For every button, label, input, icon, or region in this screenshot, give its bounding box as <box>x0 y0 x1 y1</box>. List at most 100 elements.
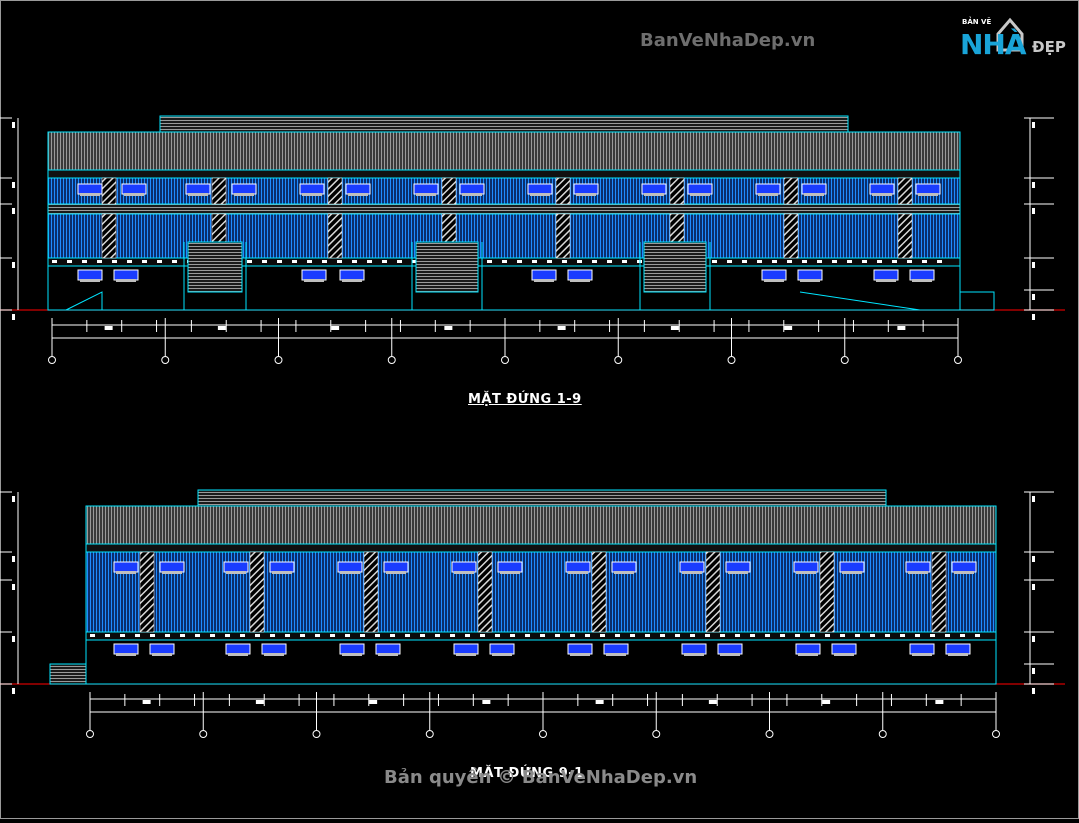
canopy-marker <box>660 634 665 637</box>
canopy-marker <box>165 634 170 637</box>
dimension-text <box>369 700 378 704</box>
window <box>915 183 941 195</box>
window-sill <box>340 571 360 574</box>
level-label <box>12 688 15 694</box>
hatched-column <box>669 177 685 205</box>
canopy-marker <box>570 634 575 637</box>
window <box>681 643 707 655</box>
window <box>159 561 185 573</box>
window <box>339 643 365 655</box>
canopy-marker <box>555 634 560 637</box>
window-sill <box>454 571 474 574</box>
window <box>839 561 865 573</box>
window-sill <box>796 571 816 574</box>
canopy-marker <box>735 634 740 637</box>
hatched-column <box>555 177 571 205</box>
canopy-marker <box>345 634 350 637</box>
canopy-marker <box>142 260 147 263</box>
dimension-text <box>897 326 906 330</box>
canopy-marker <box>817 260 822 263</box>
eave-band <box>47 169 961 179</box>
window <box>451 561 477 573</box>
canopy-marker <box>360 634 365 637</box>
canopy-marker <box>112 260 117 263</box>
window <box>869 183 895 195</box>
window <box>269 561 295 573</box>
window <box>301 269 327 281</box>
level-label <box>1032 636 1035 642</box>
canopy-marker <box>127 260 132 263</box>
roof-monitor <box>159 115 849 133</box>
window-sill <box>228 653 248 656</box>
window <box>951 561 977 573</box>
window-sill <box>162 571 182 574</box>
window-sill <box>728 571 748 574</box>
dimension-text <box>935 700 944 704</box>
canopy-marker <box>780 634 785 637</box>
window <box>761 269 787 281</box>
hatched-column <box>363 551 379 633</box>
ground-floor <box>85 639 997 685</box>
grid-axis-bubble <box>199 730 208 738</box>
canopy-marker <box>645 634 650 637</box>
window-sill <box>872 193 892 196</box>
dimension-text <box>255 700 264 704</box>
window-sill <box>116 571 136 574</box>
level-label <box>1032 314 1035 320</box>
window <box>567 643 593 655</box>
canopy-marker <box>742 260 747 263</box>
canopy-marker <box>855 634 860 637</box>
window <box>261 643 287 655</box>
grid-axis-bubble <box>539 730 547 738</box>
grid-axis-bubble <box>86 730 94 738</box>
hatched-column <box>897 177 913 205</box>
canopy-marker <box>750 634 755 637</box>
hatched-column <box>783 213 799 259</box>
floor-band <box>47 203 961 215</box>
annex-block <box>959 291 995 311</box>
hatched-column <box>211 177 227 205</box>
canopy-marker <box>795 634 800 637</box>
window-sill <box>764 279 784 282</box>
canopy-marker <box>337 260 342 263</box>
level-label <box>1032 668 1035 674</box>
entry-stair <box>49 663 87 685</box>
window-sill <box>342 279 362 282</box>
window <box>641 183 667 195</box>
hatched-column <box>477 551 493 633</box>
canopy-marker <box>900 634 905 637</box>
logo-suffix-text: ĐẸP <box>1032 38 1066 56</box>
window-sill <box>948 653 968 656</box>
canopy-marker <box>832 260 837 263</box>
window <box>873 269 899 281</box>
canopy-marker <box>532 260 537 263</box>
window-sill <box>492 653 512 656</box>
window-sill <box>302 193 322 196</box>
level-label <box>12 122 15 128</box>
grid-axis-bubble <box>727 356 736 364</box>
hatched-column <box>441 177 457 205</box>
canopy-marker <box>517 260 522 263</box>
canopy-marker <box>675 634 680 637</box>
canopy-marker <box>607 260 612 263</box>
elevation-1-title: MẶT ĐỨNG 1-9 <box>468 392 582 407</box>
canopy-marker <box>892 260 897 263</box>
window-sill <box>348 193 368 196</box>
window-sill <box>116 279 136 282</box>
grid-axis-bubble <box>501 356 509 364</box>
canopy-marker <box>765 634 770 637</box>
canopy-marker <box>90 634 95 637</box>
canopy-marker <box>420 634 425 637</box>
cad-drawing-canvas: BanVeNhaDep.vn BẢN VẼ NHÀ ĐẸP MẶT ĐỨNG 1… <box>0 0 1079 819</box>
window-sill <box>908 571 928 574</box>
canopy-marker <box>577 260 582 263</box>
level-label <box>1032 688 1035 694</box>
canopy-marker <box>540 634 545 637</box>
canopy-marker <box>367 260 372 263</box>
window-sill <box>304 279 324 282</box>
hatched-column <box>819 551 835 633</box>
canopy-marker <box>285 634 290 637</box>
window-sill <box>720 653 740 656</box>
canopy-marker <box>907 260 912 263</box>
window-sill <box>644 193 664 196</box>
